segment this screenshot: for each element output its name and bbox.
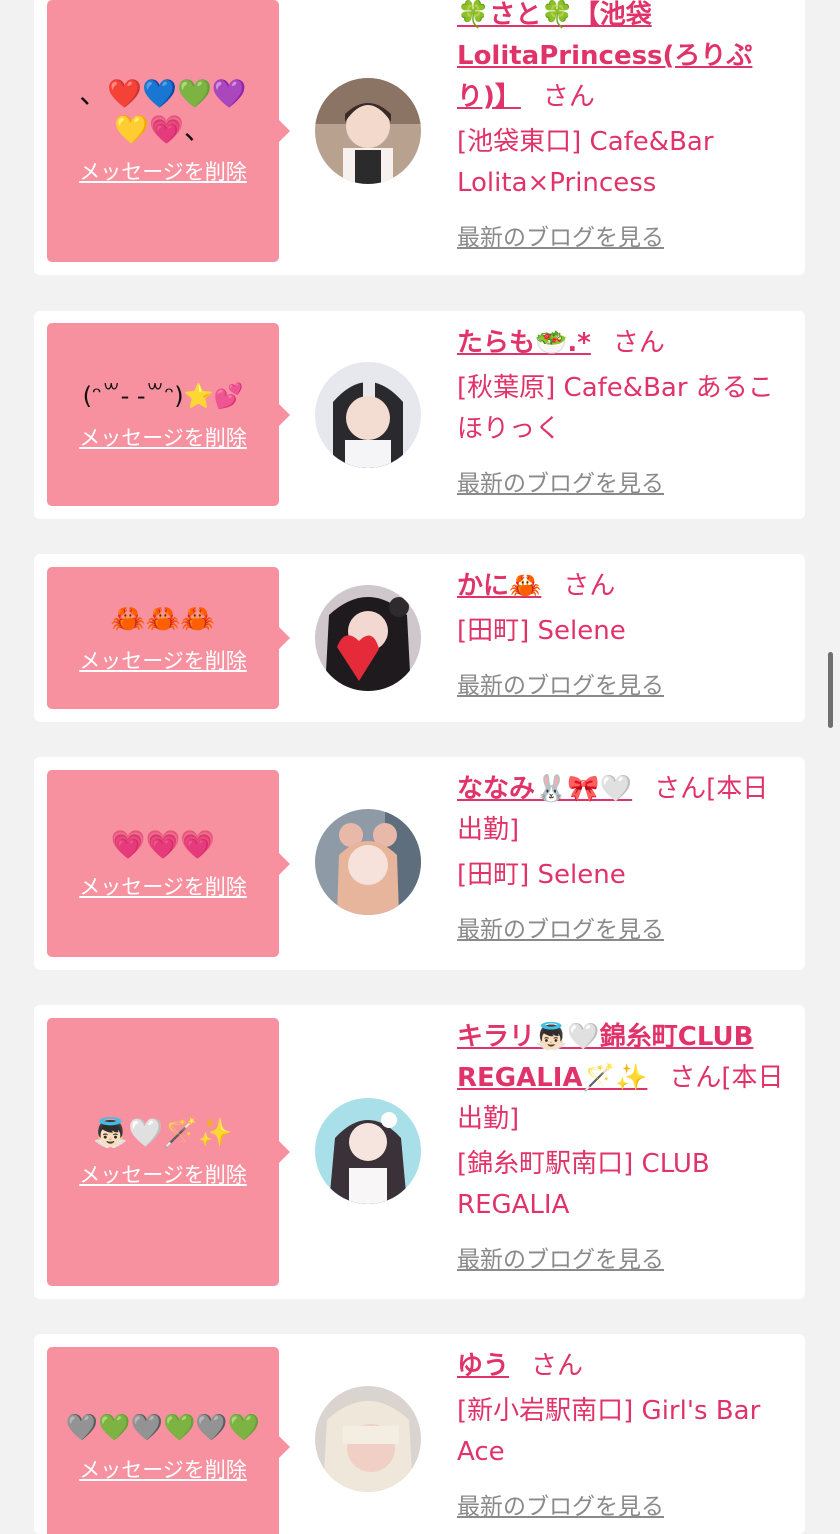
favorite-info: ななみ🐰🎀🤍 さん[本日出勤] [田町] Selene 最新のブログを見る bbox=[457, 769, 792, 944]
shop-info: [池袋東口] Cafe&Bar Lolita×Princess bbox=[457, 127, 714, 198]
delete-message-button[interactable]: メッセージを削除 bbox=[79, 871, 247, 901]
cast-name-link[interactable]: たらも🥗.* bbox=[457, 328, 591, 358]
avatar[interactable] bbox=[315, 1386, 421, 1492]
message-text: 🦀🦀🦀 bbox=[110, 602, 216, 635]
favorite-info: ゆう さん [新小岩駅南口] Girl's Bar Ace 最新のブログを見る bbox=[457, 1346, 792, 1521]
latest-blog-link[interactable]: 最新のブログを見る bbox=[457, 464, 792, 498]
favorite-info: 🍀さと🍀【池袋LolitaPrincess(ろりぷり)】 さん [池袋東口] Ca… bbox=[457, 0, 792, 252]
delete-message-button[interactable]: メッセージを削除 bbox=[79, 1454, 247, 1484]
favorite-card: 👼🏻🤍🪄✨ メッセージを削除 キラリ👼🏻🤍錦糸町CLUB REGALIA🪄✨ さん… bbox=[34, 1005, 805, 1299]
favorite-card: 、❤️💙💚💜💛💗、 メッセージを削除 🍀さと🍀【池袋LolitaPrincess… bbox=[34, 0, 805, 275]
shop-info: [田町] Selene bbox=[457, 616, 626, 646]
message-bubble: 🦀🦀🦀 メッセージを削除 bbox=[47, 567, 290, 709]
avatar[interactable] bbox=[315, 78, 421, 184]
honorific: さん bbox=[612, 328, 665, 358]
avatar-photo bbox=[315, 362, 421, 468]
cast-name-link[interactable]: 🍀さと🍀【池袋LolitaPrincess(ろりぷり)】 bbox=[457, 0, 752, 112]
latest-blog-link[interactable]: 最新のブログを見る bbox=[457, 1240, 792, 1274]
delete-message-button[interactable]: メッセージを削除 bbox=[79, 1159, 247, 1189]
shop-info: [錦糸町駅南口] CLUB REGALIA bbox=[457, 1149, 710, 1220]
cast-name-link[interactable]: ななみ🐰🎀🤍 bbox=[457, 774, 632, 804]
avatar-photo bbox=[315, 1098, 421, 1204]
favorite-info: かに🦀 さん [田町] Selene 最新のブログを見る bbox=[457, 566, 792, 700]
favorite-card: 🦀🦀🦀 メッセージを削除 かに🦀 さん [田町] Selene 最新のブログを見る bbox=[34, 554, 805, 722]
message-text: (ᵔ꒳- -꒳ᵔ)⭐️💕 bbox=[82, 381, 244, 410]
avatar[interactable] bbox=[315, 585, 421, 691]
avatar[interactable] bbox=[315, 362, 421, 468]
delete-message-button[interactable]: メッセージを削除 bbox=[79, 422, 247, 452]
avatar[interactable] bbox=[315, 809, 421, 915]
latest-blog-link[interactable]: 最新のブログを見る bbox=[457, 218, 792, 252]
message-bubble: 、❤️💙💚💜💛💗、 メッセージを削除 bbox=[47, 0, 290, 262]
message-text: 🩶💚🩶💚🩶💚 bbox=[65, 1413, 261, 1443]
favorite-card: (ᵔ꒳- -꒳ᵔ)⭐️💕 メッセージを削除 たらも🥗.* さん [秋葉原] Caf… bbox=[34, 311, 805, 519]
favorite-info: キラリ👼🏻🤍錦糸町CLUB REGALIA🪄✨ さん[本日出勤] [錦糸町駅南口]… bbox=[457, 1017, 792, 1274]
message-text: 、❤️💙💚💜💛💗、 bbox=[79, 77, 247, 146]
cast-name-link[interactable]: ゆう bbox=[457, 1351, 509, 1381]
delete-message-button[interactable]: メッセージを削除 bbox=[79, 645, 247, 675]
message-bubble: 👼🏻🤍🪄✨ メッセージを削除 bbox=[47, 1018, 290, 1286]
latest-blog-link[interactable]: 最新のブログを見る bbox=[457, 910, 792, 944]
avatar-photo bbox=[315, 1386, 421, 1492]
avatar[interactable] bbox=[315, 1098, 421, 1204]
avatar-photo bbox=[315, 585, 421, 691]
cast-name-link[interactable]: かに🦀 bbox=[457, 571, 541, 601]
shop-info: [秋葉原] Cafe&Bar あるこほりっく bbox=[457, 373, 774, 444]
shop-info: [田町] Selene bbox=[457, 860, 626, 890]
favorite-info: たらも🥗.* さん [秋葉原] Cafe&Bar あるこほりっく 最新のブログを見… bbox=[457, 323, 792, 498]
message-text: 💗💗💗 bbox=[110, 827, 216, 861]
message-bubble: (ᵔ꒳- -꒳ᵔ)⭐️💕 メッセージを削除 bbox=[47, 323, 290, 506]
message-bubble: 🩶💚🩶💚🩶💚 メッセージを削除 bbox=[47, 1347, 290, 1534]
favorite-card: 💗💗💗 メッセージを削除 ななみ🐰🎀🤍 さん[本日出勤] [田町] Selene … bbox=[34, 757, 805, 970]
latest-blog-link[interactable]: 最新のブログを見る bbox=[457, 1487, 792, 1521]
avatar-photo bbox=[315, 78, 421, 184]
honorific: さん bbox=[542, 82, 595, 112]
honorific: さん bbox=[531, 1351, 584, 1381]
message-text: 👼🏻🤍🪄✨ bbox=[93, 1116, 233, 1149]
delete-message-button[interactable]: メッセージを削除 bbox=[79, 156, 247, 186]
scrollbar[interactable] bbox=[828, 652, 833, 728]
latest-blog-link[interactable]: 最新のブログを見る bbox=[457, 666, 792, 700]
honorific: さん bbox=[563, 571, 616, 601]
avatar-photo bbox=[315, 809, 421, 915]
favorite-card: 🩶💚🩶💚🩶💚 メッセージを削除 ゆう さん [新小岩駅南口] Girl's Bar… bbox=[34, 1334, 805, 1534]
shop-info: [新小岩駅南口] Girl's Bar Ace bbox=[457, 1396, 761, 1467]
message-bubble: 💗💗💗 メッセージを削除 bbox=[47, 770, 290, 957]
